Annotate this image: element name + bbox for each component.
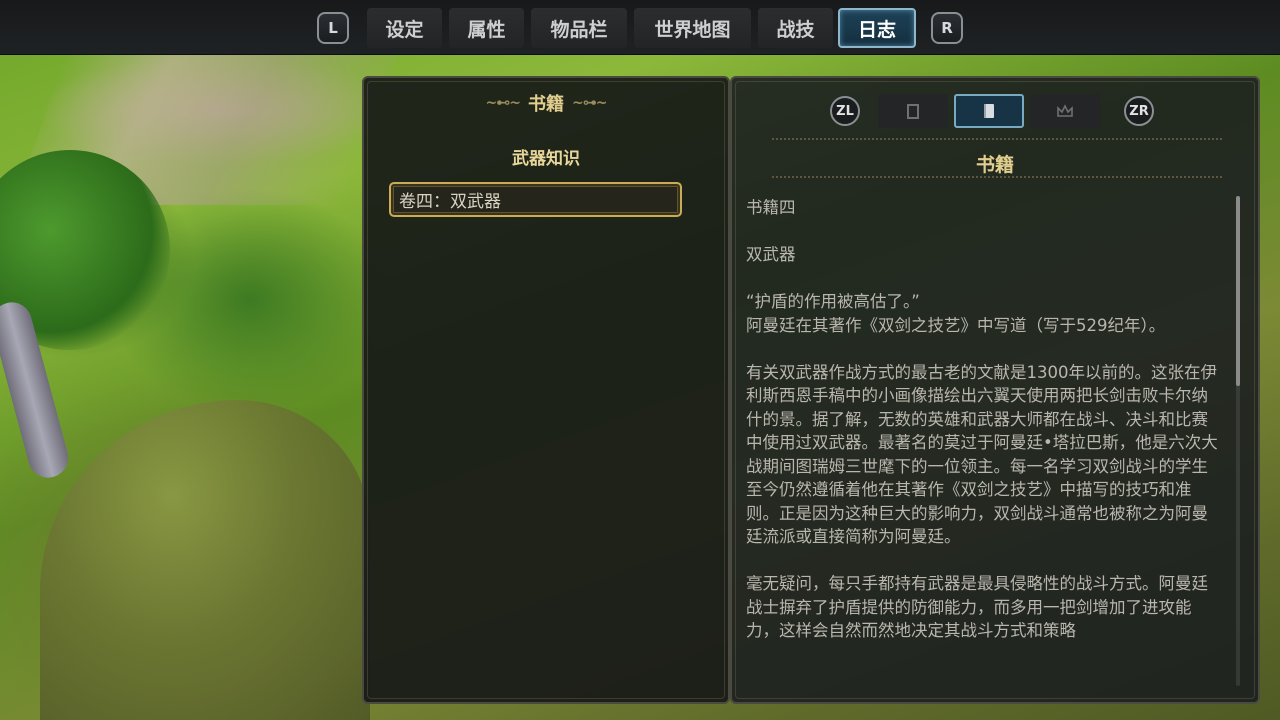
category-heading: 武器知识 xyxy=(512,149,580,169)
scroll-icon xyxy=(907,104,919,119)
tab-settings[interactable]: 设定 xyxy=(367,8,442,48)
book-list-header: ~⊷~ 书籍 ~⊶~ xyxy=(364,90,728,116)
tab-inventory[interactable]: 物品栏 xyxy=(531,8,627,48)
zl-button[interactable]: ZL xyxy=(830,96,860,126)
header-divider-top xyxy=(772,138,1222,140)
tab-books[interactable] xyxy=(954,94,1024,128)
book-paragraph: “护盾的作用被高估了。” 阿曼廷在其著作《双剑之技艺》中写道（写于529纪年）。 xyxy=(746,292,1166,335)
panel-title: 书籍 xyxy=(528,94,564,115)
tab-attributes[interactable]: 属性 xyxy=(449,8,524,48)
book-paragraph: 双武器 xyxy=(746,245,796,264)
text-scrollbar[interactable] xyxy=(1236,196,1240,686)
r-shoulder-button[interactable]: R xyxy=(931,12,963,44)
l-shoulder-button[interactable]: L xyxy=(317,12,349,44)
book-paragraph: 毫无疑问，每只手都持有武器是最具侵略性的战斗方式。阿曼廷战士摒弃了护盾提供的防御… xyxy=(746,574,1208,640)
scrollbar-thumb[interactable] xyxy=(1236,196,1240,386)
menu-tab-bar: L 设定 属性 物品栏 世界地图 战技 日志 R xyxy=(0,0,1280,55)
crown-icon xyxy=(1057,104,1073,117)
book-title: 书籍 xyxy=(975,154,1014,176)
book-icon xyxy=(984,104,994,118)
book-reader-panel: ZL ZR 书籍 书籍四 双武器 “护盾的作用被高估了。” 阿曼廷在其著作《双剑… xyxy=(730,76,1260,704)
tab-characters[interactable] xyxy=(1030,94,1100,128)
book-text: 书籍四 双武器 “护盾的作用被高估了。” 阿曼廷在其著作《双剑之技艺》中写道（写… xyxy=(746,196,1224,686)
tab-combat-skills[interactable]: 战技 xyxy=(758,8,833,48)
book-reader-header: 书籍 xyxy=(732,150,1258,177)
tab-journal[interactable]: 日志 xyxy=(838,8,916,48)
tab-scrolls[interactable] xyxy=(878,94,948,128)
header-divider-bottom xyxy=(772,176,1222,178)
zr-button[interactable]: ZR xyxy=(1124,96,1154,126)
book-entry[interactable]: 卷四：双武器 xyxy=(389,182,682,217)
book-paragraph: 有关双武器作战方式的最古老的文献是1300年以前的。这张在伊利斯西恩手稿中的小画… xyxy=(746,362,1218,547)
book-paragraph: 书籍四 xyxy=(746,198,796,217)
ornament-left-icon: ~⊷~ xyxy=(485,95,521,111)
tab-world-map[interactable]: 世界地图 xyxy=(634,8,751,48)
background-rock xyxy=(40,400,370,720)
book-list-panel: ~⊷~ 书籍 ~⊶~ 武器知识 卷四：双武器 xyxy=(362,76,730,704)
ornament-right-icon: ~⊶~ xyxy=(572,95,607,111)
